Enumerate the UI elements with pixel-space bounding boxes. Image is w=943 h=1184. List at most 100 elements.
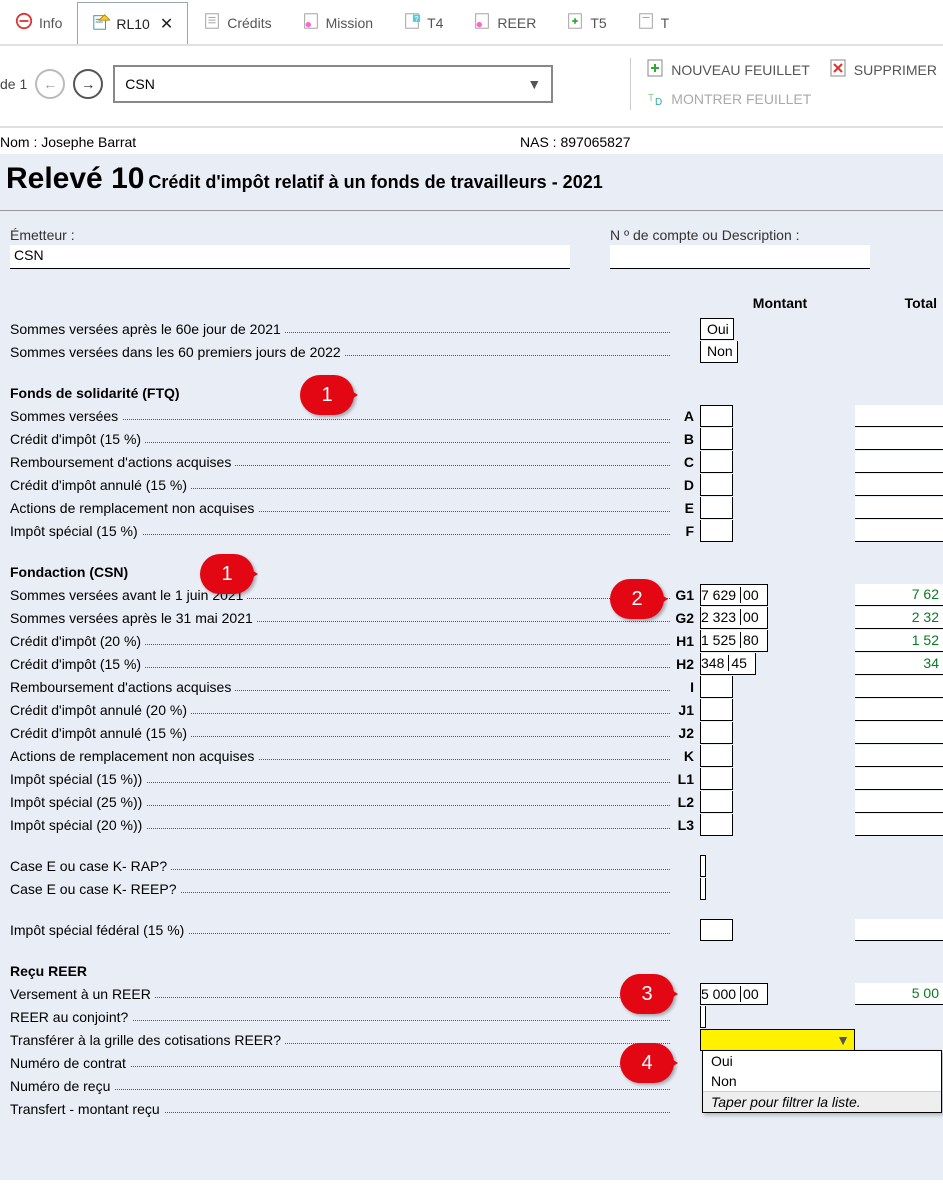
line-after60-2021: Sommes versées après le 60e jour de 2021… <box>10 317 943 340</box>
compte-input[interactable] <box>610 245 870 269</box>
line-label: Impôt spécial (25 %)) <box>10 794 146 810</box>
montant-cell[interactable] <box>700 814 855 836</box>
montant-cell[interactable] <box>700 745 855 767</box>
client-nas: 897065827 <box>560 134 630 150</box>
tab-t-extra[interactable]: T <box>622 0 685 44</box>
montant-cell[interactable] <box>700 520 855 542</box>
montant-cell[interactable] <box>700 699 855 721</box>
callout-2: 2 <box>610 579 664 619</box>
line-label: Sommes versées dans les 60 premiers jour… <box>10 344 345 360</box>
montant-cell[interactable] <box>700 768 855 790</box>
tab-t5[interactable]: T5 <box>551 0 621 44</box>
title-sub: Crédit d'impôt relatif à un fonds de tra… <box>148 172 602 192</box>
montant-cell[interactable]: 1 52580 <box>700 630 855 652</box>
montant-cell[interactable]: 34845 <box>700 653 855 675</box>
montant-cell[interactable] <box>700 791 855 813</box>
tab-credits[interactable]: Crédits <box>188 0 286 44</box>
montant-cell[interactable] <box>700 497 855 519</box>
box-code: A <box>670 408 700 424</box>
montant-cell[interactable] <box>700 428 855 450</box>
form-warn-icon <box>92 13 110 34</box>
montant-cell[interactable] <box>700 855 855 877</box>
line-label: Sommes versées <box>10 408 122 424</box>
line-csn-H2: Crédit d'impôt (15 %) H2 34845 34 <box>10 652 943 675</box>
section-label: Reçu REER <box>10 963 91 979</box>
line-csn-G1: Sommes versées avant le 1 juin 2021 G1 7… <box>10 583 943 606</box>
line-label: Crédit d'impôt (20 %) <box>10 633 145 649</box>
line-label: Crédit d'impôt annulé (15 %) <box>10 477 191 493</box>
arrow-left-icon: ← <box>43 76 57 92</box>
tab-t4[interactable]: ? T4 <box>388 0 458 44</box>
tab-rl10[interactable]: RL10 ✕ <box>77 2 188 46</box>
line-label: Numéro de reçu <box>10 1078 114 1094</box>
line-label: Impôt spécial (15 %) <box>10 523 142 539</box>
field-compte: N º de compte ou Description : <box>610 227 870 269</box>
emetteur-input[interactable]: CSN <box>10 245 570 269</box>
form-icon <box>637 12 655 33</box>
issuer-select-value: CSN <box>125 76 155 92</box>
client-name-label: Nom : <box>0 134 37 150</box>
line-label: Sommes versées après le 31 mai 2021 <box>10 610 257 626</box>
line-impot-federal: Impôt spécial fédéral (15 %) <box>10 918 943 941</box>
montant-cell[interactable]: Non <box>700 341 855 363</box>
box-code: F <box>670 523 700 539</box>
montant-cell[interactable]: 2 32300 <box>700 607 855 629</box>
montant-cell[interactable] <box>700 474 855 496</box>
montant-cell[interactable] <box>700 919 855 941</box>
total-cell <box>855 474 943 496</box>
total-cell <box>855 919 943 941</box>
total-cell <box>855 814 943 836</box>
total-cell <box>855 676 943 698</box>
next-button[interactable]: → <box>73 69 103 99</box>
total-cell: 1 52 <box>855 630 943 652</box>
prev-button[interactable]: ← <box>35 69 65 99</box>
montant-cell[interactable] <box>700 878 855 900</box>
montant-cell[interactable]: Oui <box>700 318 855 340</box>
client-name: Josephe Barrat <box>41 134 136 150</box>
field-label: N º de compte ou Description : <box>610 227 870 243</box>
line-ftq-B: Crédit d'impôt (15 %) B <box>10 427 943 450</box>
tab-mission[interactable]: Mission <box>287 0 388 44</box>
client-bar: Nom : Josephe Barrat NAS : 897065827 <box>0 128 943 154</box>
tab-reer[interactable]: REER <box>458 0 551 44</box>
form-question-icon: ? <box>403 12 421 33</box>
line-first60-2022: Sommes versées dans les 60 premiers jour… <box>10 340 943 363</box>
montant-cell[interactable]: 5 00000 <box>700 983 855 1005</box>
section-label: Fondaction (CSN) <box>10 564 132 580</box>
line-label: Actions de remplacement non acquises <box>10 748 258 764</box>
field-emetteur: Émetteur : CSN <box>10 227 570 269</box>
montant-cell[interactable]: 7 62900 <box>700 584 855 606</box>
montant-cell[interactable] <box>700 405 855 427</box>
issuer-select[interactable]: CSN ▼ <box>113 65 553 103</box>
montant-cell[interactable] <box>700 676 855 698</box>
tab-info[interactable]: Info <box>0 0 77 44</box>
close-icon[interactable]: ✕ <box>160 14 173 34</box>
total-cell <box>855 768 943 790</box>
line-csn-L3: Impôt spécial (20 %)) L3 <box>10 813 943 836</box>
header-fields: Émetteur : CSN N º de compte ou Descript… <box>0 211 943 275</box>
lines-table: Montant Total Sommes versées après le 60… <box>0 275 943 1120</box>
show-slip-button[interactable]: TD MONTRER FEUILLET <box>645 87 811 110</box>
delete-slip-button[interactable]: SUPPRIMER <box>828 58 937 81</box>
box-code: C <box>670 454 700 470</box>
dropdown-filter-hint[interactable]: Taper pour filtrer la liste. <box>703 1091 941 1112</box>
form-title: Relevé 10 Crédit d'impôt relatif à un fo… <box>0 158 943 211</box>
form-plus-icon <box>566 12 584 33</box>
line-csn-G2: Sommes versées après le 31 mai 2021 G2 2… <box>10 606 943 629</box>
montant-cell[interactable] <box>700 451 855 473</box>
montant-cell[interactable] <box>700 1006 855 1028</box>
box-code: G2 <box>670 610 700 626</box>
svg-text:D: D <box>655 97 662 107</box>
new-slip-button[interactable]: NOUVEAU FEUILLET <box>645 58 809 81</box>
dropdown-option-oui[interactable]: Oui <box>703 1051 941 1071</box>
box-code: I <box>670 679 700 695</box>
montant-cell[interactable] <box>700 722 855 744</box>
form-area: Relevé 10 Crédit d'impôt relatif à un fo… <box>0 154 943 1180</box>
action-panel: NOUVEAU FEUILLET SUPPRIMER TD MONTRER FE… <box>630 58 937 110</box>
total-cell <box>855 451 943 473</box>
line-label: Crédit d'impôt (15 %) <box>10 431 145 447</box>
transfer-dropdown[interactable]: ▼ <box>700 1029 855 1051</box>
button-label: SUPPRIMER <box>854 62 937 78</box>
section-label: Fonds de solidarité (FTQ) <box>10 385 184 401</box>
dropdown-option-non[interactable]: Non <box>703 1071 941 1091</box>
